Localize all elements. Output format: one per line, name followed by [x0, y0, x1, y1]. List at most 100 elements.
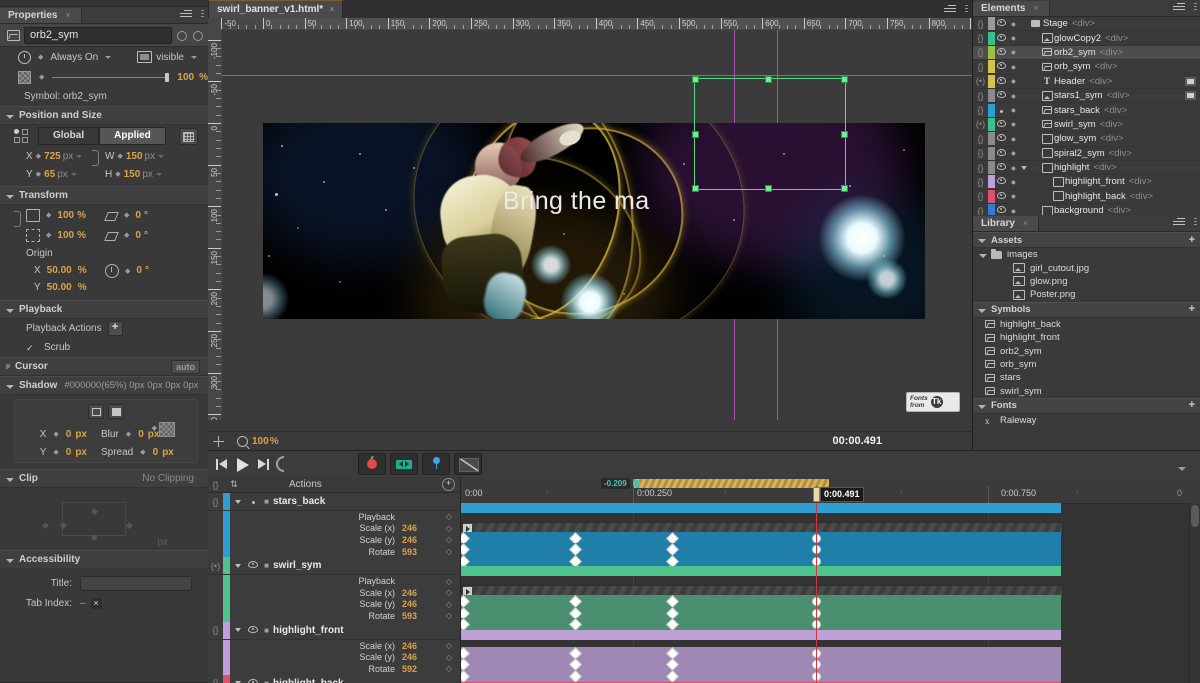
clip-left-stepper-icon[interactable]: ◆	[42, 520, 49, 531]
resize-handle-sw[interactable]	[692, 185, 699, 192]
opacity-slider[interactable]	[52, 72, 170, 83]
opacity-stepper-icon[interactable]: ◆	[39, 73, 44, 81]
origin-y-value[interactable]: 50.00	[47, 282, 72, 293]
timeline-lane-scale-x-[interactable]	[461, 531, 1061, 545]
library-section-assets[interactable]: Assets +	[973, 232, 1200, 248]
timeline-property-scale-y-[interactable]: Scale (y) 246 ◇	[208, 598, 460, 611]
shadow-color-stepper-icon[interactable]: ◆	[152, 424, 157, 432]
playhead-grip[interactable]	[813, 487, 820, 502]
resize-handle-se[interactable]	[841, 185, 848, 192]
timeline-lane-scale-y-[interactable]	[461, 543, 1061, 557]
layer-actions-icon[interactable]: {}	[208, 497, 223, 507]
keyframe-toggle-icon[interactable]: ◇	[438, 547, 460, 556]
always-on-label[interactable]: Always On	[50, 52, 98, 63]
section-cursor[interactable]: Cursor auto	[0, 357, 208, 376]
h-value[interactable]: 150	[124, 169, 141, 180]
keyframe-toggle-icon[interactable]: ◇	[438, 535, 460, 544]
timeline-layer-bar-stars_back[interactable]	[461, 503, 1061, 513]
property-value[interactable]: 593	[395, 547, 438, 557]
close-icon[interactable]: ×	[65, 10, 70, 20]
element-actions-icon[interactable]: {}	[973, 91, 988, 101]
pan-tool-icon[interactable]	[212, 435, 225, 448]
element-name-input[interactable]: orb2_sym	[24, 26, 172, 44]
playhead-line[interactable]	[816, 503, 817, 683]
library-item-orb-sym[interactable]: orb_sym	[973, 358, 1200, 371]
lock-icon[interactable]: ●	[1008, 163, 1019, 173]
timeline-lane-scale-y-[interactable]	[461, 606, 1061, 620]
close-icon-elements[interactable]: ×	[1033, 3, 1038, 13]
lock-icon[interactable]: ●	[1008, 105, 1019, 115]
disclosure-triangle-icon-clip[interactable]	[6, 477, 14, 482]
element-state-badge[interactable]	[1184, 75, 1197, 87]
element-row-swirl_sym[interactable]: (•) ● swirl_sym <div>	[973, 117, 1200, 133]
document-tab-swirl-banner[interactable]: swirl_banner_v1.html* ×	[208, 0, 344, 18]
eye-icon[interactable]	[995, 176, 1008, 187]
resize-handle-e[interactable]	[841, 131, 848, 138]
actions-braces-icon[interactable]: {}	[208, 480, 223, 490]
timeline-lane-scale-y-[interactable]	[461, 658, 1061, 672]
disclosure-triangle-icon[interactable]	[230, 628, 246, 633]
timeline-lane-playback[interactable]	[461, 520, 1063, 536]
chevron-down-icon-2[interactable]	[190, 55, 197, 59]
x-unit-chevron-icon[interactable]	[76, 154, 83, 158]
actions-row[interactable]: {} ⇅ Actions +	[208, 477, 460, 493]
clip-value[interactable]: No Clipping	[142, 473, 194, 484]
lock-icon[interactable]: ●	[1008, 177, 1019, 187]
element-row-background[interactable]: {} ● background <div>	[973, 204, 1200, 215]
w-value[interactable]: 150	[126, 151, 143, 162]
timeline-vertical-scrollbar[interactable]	[1189, 503, 1200, 683]
keyframe-toggle-icon[interactable]: ◇	[438, 600, 460, 609]
opacity-value[interactable]: 100	[177, 72, 194, 83]
lock-icon[interactable]: ●	[1008, 33, 1019, 43]
accessibility-title-input[interactable]	[80, 575, 192, 591]
scale-x-stepper-icon[interactable]: ◆	[46, 211, 51, 219]
disclosure-triangle-icon[interactable]	[230, 499, 246, 504]
eye-icon[interactable]	[995, 105, 1008, 116]
timeline-layer-swirl_sym[interactable]: (•) ■ swirl_sym	[208, 557, 460, 576]
zoom-level-value[interactable]: 100	[252, 436, 269, 447]
disclosure-triangle-icon[interactable]	[6, 114, 14, 119]
lock-icon[interactable]: ●	[1008, 119, 1019, 129]
lock-icon[interactable]: ■	[260, 497, 273, 506]
add-playback-action-button[interactable]: +	[107, 321, 123, 336]
eye-icon[interactable]	[246, 678, 260, 683]
element-actions-icon[interactable]: {}	[973, 191, 988, 201]
eye-icon[interactable]	[995, 33, 1008, 44]
chevron-down-icon[interactable]	[105, 55, 112, 59]
fonts-from-typekit-badge[interactable]: Fonts from Tk	[906, 392, 960, 412]
element-row-header[interactable]: (•) ● T Header <div>	[973, 74, 1200, 89]
shadow-spread-stepper-icon[interactable]: ◆	[140, 448, 145, 456]
eye-icon[interactable]	[995, 133, 1008, 144]
element-row-orb_sym[interactable]: {} ● orb_sym <div>	[973, 60, 1200, 75]
timeline-property-playback[interactable]: Playback ◇	[208, 575, 460, 588]
shadow-spread-value[interactable]: 0	[153, 447, 159, 458]
timeline-lane-rotate[interactable]	[461, 618, 1061, 632]
timeline-layer-highlight_front[interactable]: {} ■ highlight_front	[208, 621, 460, 640]
skew-y-stepper-icon[interactable]: ◆	[124, 231, 129, 239]
auto-keyframe-button[interactable]	[358, 453, 386, 475]
property-value[interactable]: 593	[395, 611, 438, 621]
disclosure-triangle-icon[interactable]	[979, 253, 987, 258]
keyframe-toggle-icon[interactable]: ◇	[438, 577, 460, 586]
scale-y-value[interactable]: 100	[57, 230, 74, 241]
property-value[interactable]: 246	[395, 652, 438, 662]
element-actions-icon[interactable]: {}	[973, 47, 988, 57]
timeline-property-scale-x-[interactable]: Scale (x) 246 ◇	[208, 639, 460, 652]
library-item-raleway[interactable]: x Raleway	[973, 414, 1200, 427]
timeline-property-rotate[interactable]: Rotate 593 ◇	[208, 609, 460, 622]
keyframe-toggle-icon[interactable]: ◇	[438, 611, 460, 620]
guide-horizontal[interactable]	[222, 75, 972, 76]
keyframe-toggle-icon[interactable]: ◇	[438, 641, 460, 650]
lock-icon[interactable]: ●	[1008, 134, 1019, 144]
origin-x-value[interactable]: 50.00	[47, 265, 72, 276]
lock-icon[interactable]: ●	[1008, 148, 1019, 158]
element-row-stars1_sym[interactable]: {} ● stars1_sym <div>	[973, 89, 1200, 104]
cursor-value[interactable]: auto	[171, 359, 200, 374]
element-row-glow_sym[interactable]: {} ● glow_sym <div>	[973, 132, 1200, 147]
options-icon[interactable]	[191, 29, 204, 42]
timeline-scroll-thumb[interactable]	[1191, 505, 1199, 527]
shadow-y-stepper-icon[interactable]: ◆	[53, 448, 58, 456]
refresh-icon[interactable]	[175, 29, 188, 42]
go-to-end-button[interactable]	[256, 458, 269, 471]
stepper-icon[interactable]: ◆	[38, 53, 43, 61]
